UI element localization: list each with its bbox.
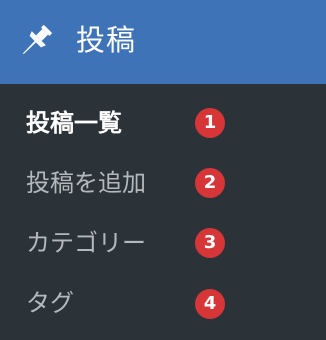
step-badge: 2 xyxy=(195,168,225,198)
submenu-item-label: タグ xyxy=(26,289,74,317)
submenu-item-label: 投稿一覧 xyxy=(26,109,122,137)
posts-submenu: 投稿一覧 1 投稿を追加 2 カテゴリー 3 タグ 4 xyxy=(0,84,326,340)
posts-menu-header[interactable]: 投稿 xyxy=(0,0,326,84)
posts-admin-menu: 投稿 投稿一覧 1 投稿を追加 2 カテゴリー 3 タグ 4 xyxy=(0,0,326,340)
menu-title: 投稿 xyxy=(76,23,137,57)
pushpin-icon xyxy=(17,22,55,60)
submenu-item-label: 投稿を追加 xyxy=(26,169,146,197)
submenu-item-label: カテゴリー xyxy=(26,229,146,257)
step-badge: 4 xyxy=(195,289,225,319)
step-badge: 3 xyxy=(195,228,225,258)
step-badge: 1 xyxy=(195,108,225,138)
